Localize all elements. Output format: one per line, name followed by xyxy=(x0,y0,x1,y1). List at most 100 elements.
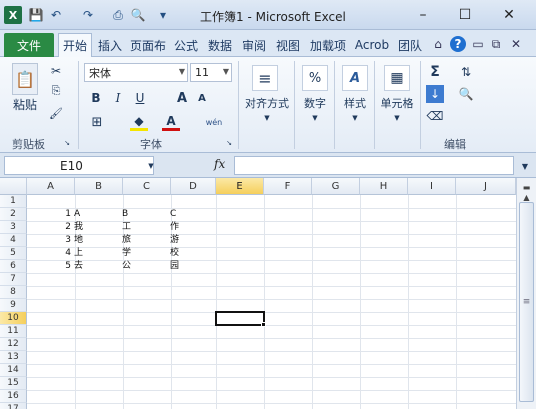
redo-icon[interactable]: ↷ xyxy=(80,6,96,24)
fill-handle[interactable] xyxy=(261,322,266,327)
chevron-down-icon[interactable]: ▼ xyxy=(146,161,156,171)
help-icon[interactable]: ? xyxy=(450,36,466,52)
collapse-ribbon-icon[interactable]: ⌂ xyxy=(432,36,444,52)
select-all-corner[interactable] xyxy=(0,178,27,195)
excel-logo-icon[interactable]: X xyxy=(4,6,22,24)
cell-b6[interactable]: 公 xyxy=(122,260,131,273)
column-header-e[interactable]: E xyxy=(216,178,264,195)
row-header[interactable]: 4 xyxy=(0,234,27,247)
column-header-c[interactable]: C xyxy=(123,178,171,195)
worksheet-grid[interactable]: A B C D E F G H I J 1 2 3 4 5 6 7 8 9 10… xyxy=(0,178,516,409)
paste-button[interactable]: 粘贴 xyxy=(10,97,40,112)
italic-button[interactable]: I xyxy=(110,89,126,107)
maximize-button[interactable]: ☐ xyxy=(450,4,480,26)
tab-formulas[interactable]: 公式 xyxy=(170,33,202,57)
row-header[interactable]: 3 xyxy=(0,221,27,234)
tab-home[interactable]: 开始 xyxy=(58,33,92,57)
cell-c3[interactable]: 作 xyxy=(170,221,179,234)
borders-icon[interactable]: ⊞ xyxy=(88,113,106,131)
cell-a4[interactable]: 3 xyxy=(27,234,71,247)
row-header[interactable]: 14 xyxy=(0,364,27,377)
paste-icon[interactable]: 📋 xyxy=(12,63,38,95)
cell-a4-text[interactable]: 地 xyxy=(74,234,83,247)
shrink-font-button[interactable]: A xyxy=(194,89,210,107)
format-painter-icon[interactable]: 🖌 xyxy=(48,105,64,121)
column-header-d[interactable]: D xyxy=(171,178,216,195)
save-icon[interactable]: 💾 xyxy=(28,6,44,24)
font-color-icon[interactable]: A xyxy=(162,113,180,131)
cell-a5-text[interactable]: 上 xyxy=(74,247,83,260)
scroll-thumb[interactable]: ≡ xyxy=(519,202,534,402)
vertical-scrollbar[interactable]: ▬ ▲ ≡ xyxy=(516,178,536,409)
cell-a6-text[interactable]: 去 xyxy=(74,260,83,273)
cell-a3-text[interactable]: 我 xyxy=(74,221,83,234)
tab-insert[interactable]: 插入 xyxy=(94,33,126,57)
column-header-i[interactable]: I xyxy=(408,178,456,195)
tab-data[interactable]: 数据 xyxy=(204,33,236,57)
close-button[interactable]: ✕ xyxy=(494,4,524,26)
tab-acrobat[interactable]: Acrob xyxy=(352,33,392,57)
column-header-j[interactable]: J xyxy=(456,178,516,195)
name-box[interactable]: E10 xyxy=(4,156,154,175)
fill-icon[interactable]: ↓ xyxy=(426,85,444,103)
font-size-select[interactable]: 11 ▼ xyxy=(190,63,232,82)
row-header[interactable]: 11 xyxy=(0,325,27,338)
row-header[interactable]: 1 xyxy=(0,195,27,208)
cells-icon[interactable]: ▦ xyxy=(384,65,410,91)
row-header[interactable]: 6 xyxy=(0,260,27,273)
tab-team[interactable]: 团队 xyxy=(394,33,426,57)
doc-minimize-icon[interactable]: ▭ xyxy=(472,36,484,52)
clear-icon[interactable]: ⌫ xyxy=(426,107,444,125)
find-select-icon[interactable]: 🔍 xyxy=(456,85,476,103)
copy-icon[interactable]: ⎘ xyxy=(48,83,64,99)
styles-icon[interactable]: A xyxy=(342,65,368,91)
row-header[interactable]: 10 xyxy=(0,312,27,325)
print-icon[interactable]: ⎙ xyxy=(110,6,126,24)
sort-filter-icon[interactable]: ⇅ xyxy=(456,63,476,81)
number-button[interactable]: 数字 xyxy=(298,95,332,111)
cell-a5[interactable]: 4 xyxy=(27,247,71,260)
styles-button[interactable]: 样式 xyxy=(340,95,370,111)
cell-c5[interactable]: 校 xyxy=(170,247,179,260)
cut-icon[interactable]: ✂ xyxy=(48,63,64,79)
column-header-a[interactable]: A xyxy=(27,178,75,195)
number-format-icon[interactable]: % xyxy=(302,65,328,91)
row-header[interactable]: 5 xyxy=(0,247,27,260)
active-cell-selection[interactable] xyxy=(215,311,265,326)
row-header[interactable]: 17 xyxy=(0,403,27,409)
insert-function-icon[interactable]: fx xyxy=(214,157,225,171)
cell-a6[interactable]: 5 xyxy=(27,260,71,273)
tab-file[interactable]: 文件 xyxy=(4,33,54,57)
cell-c6[interactable]: 园 xyxy=(170,260,179,273)
row-header[interactable]: 7 xyxy=(0,273,27,286)
cell-b4[interactable]: 旅 xyxy=(122,234,131,247)
cells-button[interactable]: 单元格 xyxy=(376,95,418,111)
cell-b3[interactable]: 工 xyxy=(122,221,131,234)
customize-toolbar-icon[interactable]: ▾ xyxy=(156,6,170,24)
alignment-icon[interactable]: ≡ xyxy=(252,65,278,91)
cell-a2[interactable]: 1 xyxy=(27,208,71,221)
clipboard-launcher-icon[interactable]: ↘ xyxy=(62,137,72,149)
column-header-b[interactable]: B xyxy=(75,178,123,195)
tab-view[interactable]: 视图 xyxy=(272,33,304,57)
underline-button[interactable]: U xyxy=(132,89,148,107)
row-header[interactable]: 9 xyxy=(0,299,27,312)
row-header[interactable]: 8 xyxy=(0,286,27,299)
expand-formula-bar-icon[interactable]: ▼ xyxy=(518,159,532,173)
cell-c4[interactable]: 游 xyxy=(170,234,179,247)
phonetic-guide-button[interactable]: wén xyxy=(202,113,226,131)
tab-addins[interactable]: 加载项 xyxy=(306,33,350,57)
fill-color-icon[interactable]: ◆ xyxy=(130,113,148,131)
font-launcher-icon[interactable]: ↘ xyxy=(224,137,234,149)
tab-review[interactable]: 审阅 xyxy=(238,33,270,57)
bold-button[interactable]: B xyxy=(88,89,104,107)
row-header[interactable]: 16 xyxy=(0,390,27,403)
minimize-button[interactable]: – xyxy=(408,4,438,26)
undo-icon[interactable]: ↶ xyxy=(48,6,64,24)
print-preview-icon[interactable]: 🔍 xyxy=(130,6,146,24)
cell-a3[interactable]: 2 xyxy=(27,221,71,234)
column-header-g[interactable]: G xyxy=(312,178,360,195)
row-header[interactable]: 15 xyxy=(0,377,27,390)
alignment-button[interactable]: 对齐方式 xyxy=(242,95,292,111)
column-header-f[interactable]: F xyxy=(264,178,312,195)
